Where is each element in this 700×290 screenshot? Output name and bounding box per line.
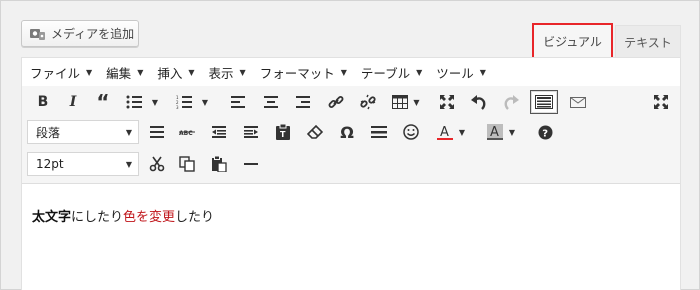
chevron-down-icon: ▼	[125, 160, 132, 169]
font-size-select[interactable]: 12pt ▼	[27, 152, 139, 176]
align-center-icon[interactable]	[260, 90, 282, 114]
svg-text:A: A	[440, 125, 449, 140]
bold-text: 太文字	[32, 210, 72, 225]
cut-icon[interactable]	[146, 152, 168, 176]
omega-icon[interactable]: Ω	[336, 120, 358, 144]
red-text: 色を変更	[123, 210, 176, 225]
svg-text:ABC: ABC	[179, 130, 193, 137]
mail-icon[interactable]	[567, 90, 589, 114]
paste-icon[interactable]	[208, 152, 230, 176]
menu-insert[interactable]: 挿入 ▼	[157, 63, 194, 82]
outdent-icon[interactable]	[208, 120, 230, 144]
smiley-icon[interactable]	[400, 120, 422, 144]
distraction-free-icon[interactable]	[650, 90, 672, 114]
undo-icon[interactable]	[468, 90, 490, 114]
unlink-icon[interactable]	[357, 90, 379, 114]
align-left-icon[interactable]	[227, 90, 249, 114]
chevron-down-icon: ▼	[125, 128, 132, 137]
menu-tools[interactable]: ツール ▼	[436, 63, 486, 82]
indent-icon[interactable]	[240, 120, 262, 144]
table-icon[interactable]: ▼	[387, 90, 425, 114]
italic-icon[interactable]: I	[62, 90, 84, 114]
redo-icon[interactable]	[500, 90, 522, 114]
editor-content[interactable]: 太文字にしたり色を変更したり	[32, 206, 214, 225]
plain-text-1: にしたり	[71, 210, 124, 225]
numbered-list-icon[interactable]: 1 2 3 ▼	[172, 90, 212, 114]
background-color-icon[interactable]: A ▼	[482, 120, 520, 144]
bullet-list-icon[interactable]: ▼	[122, 90, 162, 114]
tab-visual[interactable]: ビジュアル	[532, 23, 613, 59]
menu-view[interactable]: 表示 ▼	[209, 63, 246, 82]
svg-text:?: ?	[542, 128, 548, 139]
add-media-button[interactable]: メディアを追加	[21, 20, 139, 47]
menu-file[interactable]: ファイル ▼	[30, 63, 92, 82]
fullscreen-icon[interactable]	[436, 90, 458, 114]
menu-format[interactable]: フォーマット ▼	[260, 63, 347, 82]
svg-text:A: A	[490, 125, 499, 140]
tab-text[interactable]: テキスト	[615, 25, 681, 59]
insert-line-icon[interactable]	[240, 152, 262, 176]
menu-bar: ファイル ▼ 編集 ▼ 挿入 ▼ 表示 ▼ フォーマット ▼ テーブル ▼ ツール ▼	[22, 58, 680, 86]
eraser-icon[interactable]	[304, 120, 326, 144]
format-select[interactable]: 段落 ▼	[27, 120, 139, 144]
plain-text-2: したり	[175, 210, 215, 225]
toolbar-row-1: B I “ ▼ 1 2 3 ▼ ▼	[22, 90, 680, 118]
align-right-icon[interactable]	[292, 90, 314, 114]
editor-toolbar: ファイル ▼ 編集 ▼ 挿入 ▼ 表示 ▼ フォーマット ▼ テーブル ▼ ツール ▼ B I…	[22, 58, 680, 184]
justify-icon[interactable]	[146, 120, 168, 144]
menu-table[interactable]: テーブル ▼	[361, 63, 422, 82]
help-icon[interactable]: ?	[534, 120, 556, 144]
toolbar-row-2: 段落 ▼ ABC T Ω A ▼ A ▼ ?	[22, 120, 680, 148]
toolbar-toggle-icon[interactable]	[530, 90, 558, 114]
svg-text:3: 3	[176, 105, 179, 109]
strikethrough-icon[interactable]: ABC	[176, 120, 198, 144]
blockquote-icon[interactable]: “	[92, 90, 114, 114]
toolbar-row-3: 12pt ▼	[22, 152, 680, 180]
editor: ファイル ▼ 編集 ▼ 挿入 ▼ 表示 ▼ フォーマット ▼ テーブル ▼ ツール ▼ B I…	[21, 57, 681, 290]
text-color-icon[interactable]: A ▼	[432, 120, 470, 144]
add-media-label: メディアを追加	[51, 27, 135, 41]
media-icon	[29, 26, 47, 42]
svg-text:T: T	[280, 130, 286, 139]
copy-icon[interactable]	[176, 152, 198, 176]
horizontal-rule-icon[interactable]	[368, 120, 390, 144]
menu-edit[interactable]: 編集 ▼	[106, 63, 143, 82]
paste-text-icon[interactable]: T	[272, 120, 294, 144]
link-icon[interactable]	[325, 90, 347, 114]
bold-icon[interactable]: B	[32, 90, 54, 114]
